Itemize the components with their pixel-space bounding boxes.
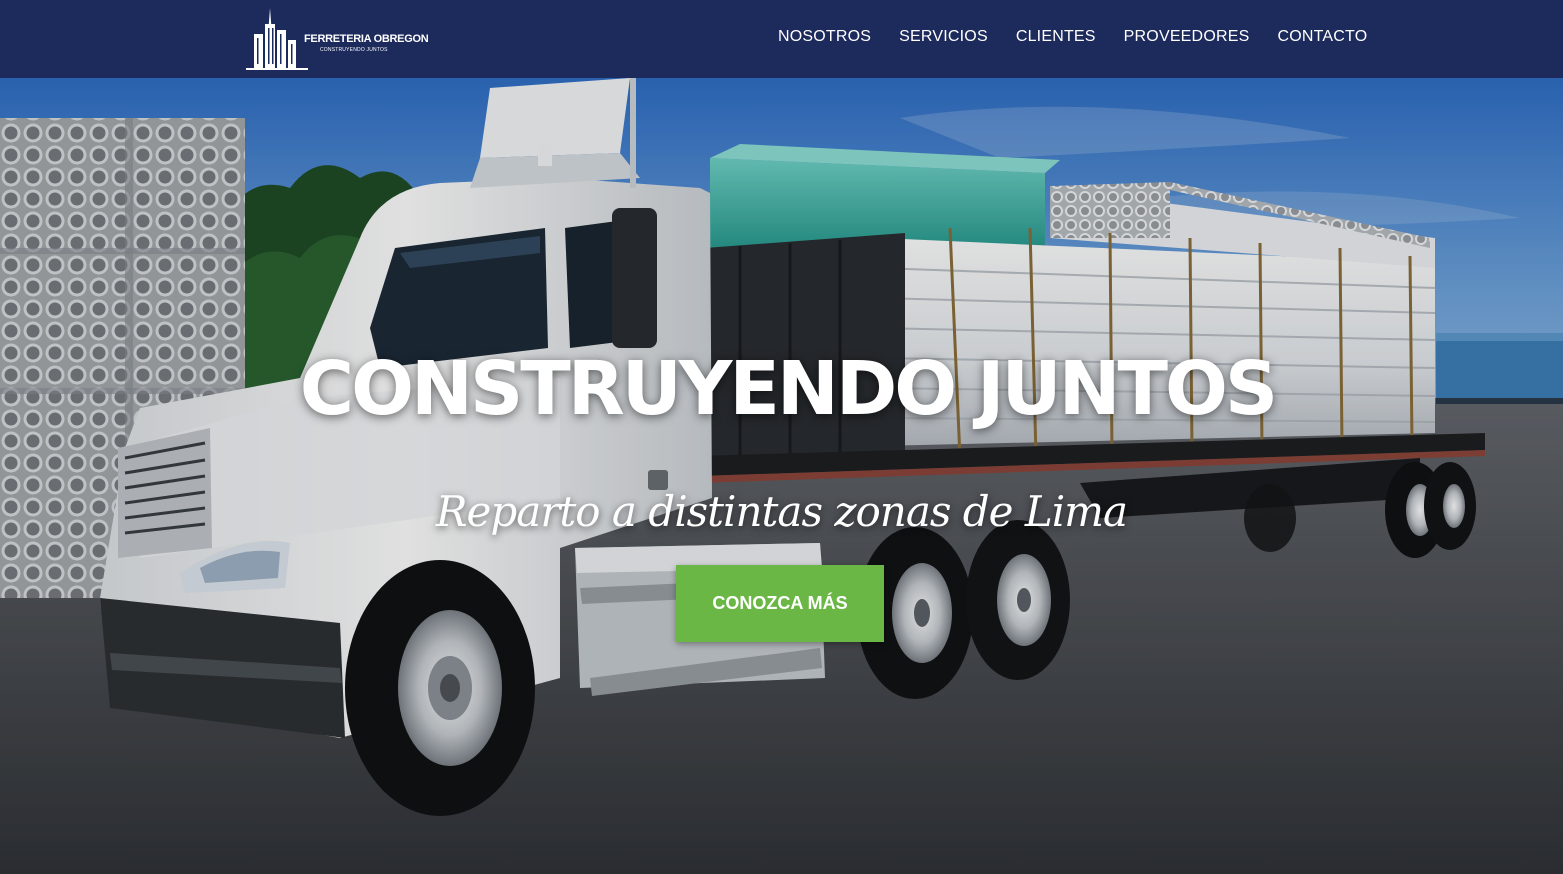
site-header: FERRETERIA OBREGON CONSTRUYENDO JUNTOS N… xyxy=(0,0,1563,78)
logo-name: FERRETERIA OBREGON xyxy=(304,33,429,45)
nav-item-nosotros[interactable]: NOSOTROS xyxy=(764,28,885,46)
hero-section: CONSTRUYENDO JUNTOS Reparto a distintas … xyxy=(0,78,1563,874)
buildings-logo-icon xyxy=(246,8,308,70)
nav-item-proveedores[interactable]: PROVEEDORES xyxy=(1110,28,1264,46)
nav-item-servicios[interactable]: SERVICIOS xyxy=(885,28,1002,46)
learn-more-button[interactable]: CONOZCA MÁS xyxy=(676,565,884,642)
hero-subtitle: Reparto a distintas zonas de Lima xyxy=(435,487,1128,536)
main-nav: NOSOTROS SERVICIOS CLIENTES PROVEEDORES … xyxy=(764,24,1381,50)
site-logo[interactable]: FERRETERIA OBREGON CONSTRUYENDO JUNTOS xyxy=(244,6,429,72)
hero-background-image xyxy=(0,78,1563,874)
nav-item-contacto[interactable]: CONTACTO xyxy=(1263,28,1381,46)
hero-title: CONSTRUYENDO JUNTOS xyxy=(299,346,1278,432)
logo-tagline: CONSTRUYENDO JUNTOS xyxy=(320,47,388,53)
nav-item-clientes[interactable]: CLIENTES xyxy=(1002,28,1110,46)
